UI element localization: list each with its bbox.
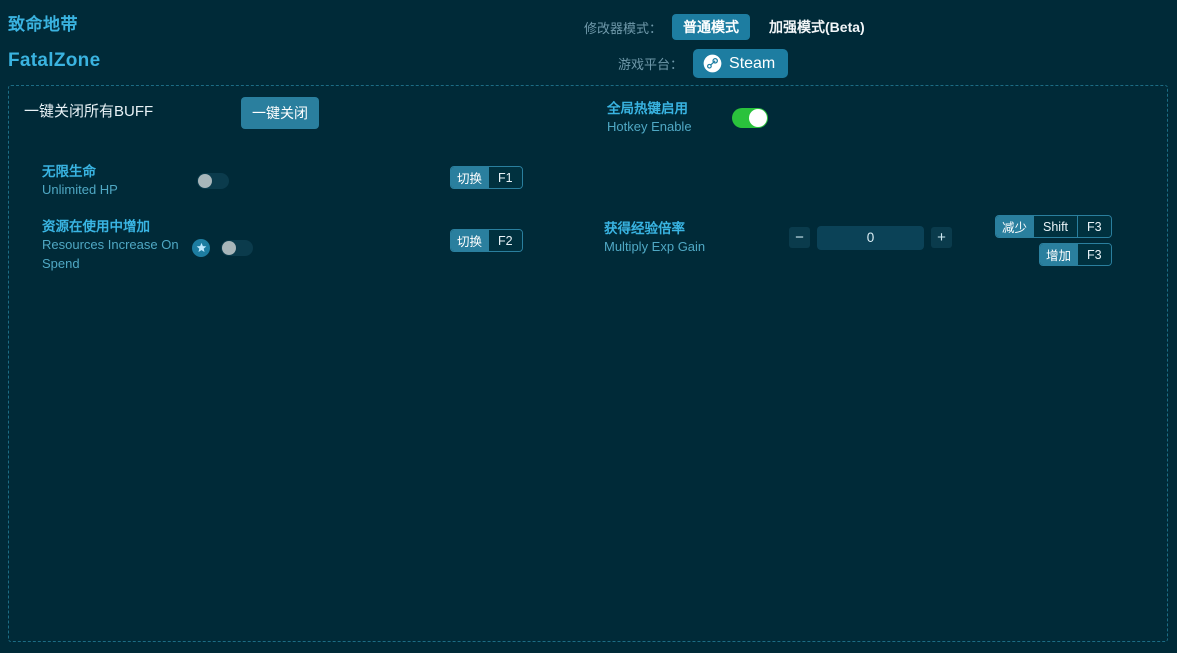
cheat-row: 资源在使用中增加 Resources Increase On Spend <box>42 217 253 273</box>
modifier-app-window: 致命地带 FatalZone 修改器模式： 普通模式 加强模式(Beta) 游戏… <box>0 0 1177 653</box>
hotkey-action-label: 减少 <box>996 216 1033 237</box>
hotkey-action-label: 切换 <box>451 230 488 251</box>
hotkey-enable-row: 全局热键启用 Hotkey Enable <box>607 99 768 137</box>
cheat-label-cn: 无限生命 <box>42 162 197 181</box>
game-platform-row: 游戏平台： Steam <box>618 48 788 78</box>
toggle-knob <box>222 241 236 255</box>
cheat-panel: 一键关闭所有BUFF 全局热键启用 Hotkey Enable 无限生命 Unl… <box>8 85 1168 642</box>
app-header: 致命地带 FatalZone 修改器模式： 普通模式 加强模式(Beta) 游戏… <box>0 0 1177 85</box>
cheat-label-resources-increase: 资源在使用中增加 Resources Increase On Spend <box>42 217 192 273</box>
cheat-label-unlimited-hp: 无限生命 Unlimited HP <box>42 162 197 200</box>
master-disable-button[interactable]: 一键关闭 <box>241 97 319 129</box>
star-icon[interactable] <box>192 239 210 257</box>
mode-button-enhanced[interactable]: 加强模式(Beta) <box>758 14 876 40</box>
modifier-mode-label: 修改器模式： <box>584 18 662 37</box>
steam-icon <box>703 54 722 73</box>
cheat-label-en: Resources Increase On Spend <box>42 236 182 273</box>
modifier-mode-row: 修改器模式： 普通模式 加强模式(Beta) <box>584 14 876 40</box>
toggle-knob <box>749 109 767 127</box>
master-disable-row: 一键关闭所有BUFF <box>24 100 153 121</box>
hotkey-chip-toggle-f1[interactable]: 切换 F1 <box>450 166 523 189</box>
hotkey-enable-label: 全局热键启用 Hotkey Enable <box>607 99 692 137</box>
cheat-hotkey-group: 切换 F2 <box>450 229 523 252</box>
hotkey-enable-label-en: Hotkey Enable <box>607 118 692 136</box>
cheat-toggle-resources-increase[interactable] <box>221 240 253 256</box>
cheat-row: 获得经验倍率 Multiply Exp Gain − 0 + <box>604 219 952 257</box>
cheat-label-multiply-exp-gain: 获得经验倍率 Multiply Exp Gain <box>604 219 789 257</box>
cheat-control-group <box>197 173 229 189</box>
hotkey-chip-increase-f3[interactable]: 增加 F3 <box>1039 243 1112 266</box>
hotkey-key-label: F1 <box>488 167 522 188</box>
hotkey-enable-label-cn: 全局热键启用 <box>607 99 692 118</box>
game-title-en: FatalZone <box>8 49 100 73</box>
hotkey-key-label: F3 <box>1077 244 1111 265</box>
cheat-row: 无限生命 Unlimited HP <box>42 162 229 200</box>
cheat-toggle-unlimited-hp[interactable] <box>197 173 229 189</box>
game-title-block: 致命地带 FatalZone <box>8 14 100 73</box>
game-platform-label: 游戏平台： <box>618 54 683 73</box>
hotkey-key-label: F3 <box>1077 216 1111 237</box>
platform-button-steam[interactable]: Steam <box>693 49 788 78</box>
cheat-hotkey-group: 切换 F1 <box>450 166 523 189</box>
stepper-decrement-button[interactable]: − <box>789 227 810 248</box>
hotkey-enable-toggle[interactable] <box>732 108 768 128</box>
cheat-label-cn: 资源在使用中增加 <box>42 217 192 236</box>
toggle-knob <box>198 174 212 188</box>
hotkey-action-label: 增加 <box>1040 244 1077 265</box>
hotkey-action-label: 切换 <box>451 167 488 188</box>
cheat-stepper-multiply-exp-gain: − 0 + <box>789 226 952 250</box>
cheat-hotkey-group: 减少 Shift F3 增加 F3 <box>995 215 1112 266</box>
cheat-label-cn: 获得经验倍率 <box>604 219 789 238</box>
stepper-increment-button[interactable]: + <box>931 227 952 248</box>
hotkey-key-label: Shift <box>1033 216 1077 237</box>
hotkey-key-label: F2 <box>488 230 522 251</box>
mode-button-normal[interactable]: 普通模式 <box>672 14 750 40</box>
master-disable-label: 一键关闭所有BUFF <box>24 100 153 121</box>
cheat-control-group <box>192 239 253 257</box>
cheat-label-en: Multiply Exp Gain <box>604 238 789 256</box>
game-title-cn: 致命地带 <box>8 14 100 36</box>
hotkey-chip-toggle-f2[interactable]: 切换 F2 <box>450 229 523 252</box>
stepper-value-field[interactable]: 0 <box>817 226 924 250</box>
steam-label: Steam <box>729 54 775 73</box>
cheat-label-en: Unlimited HP <box>42 181 197 199</box>
hotkey-chip-decrease-shift-f3[interactable]: 减少 Shift F3 <box>995 215 1112 238</box>
